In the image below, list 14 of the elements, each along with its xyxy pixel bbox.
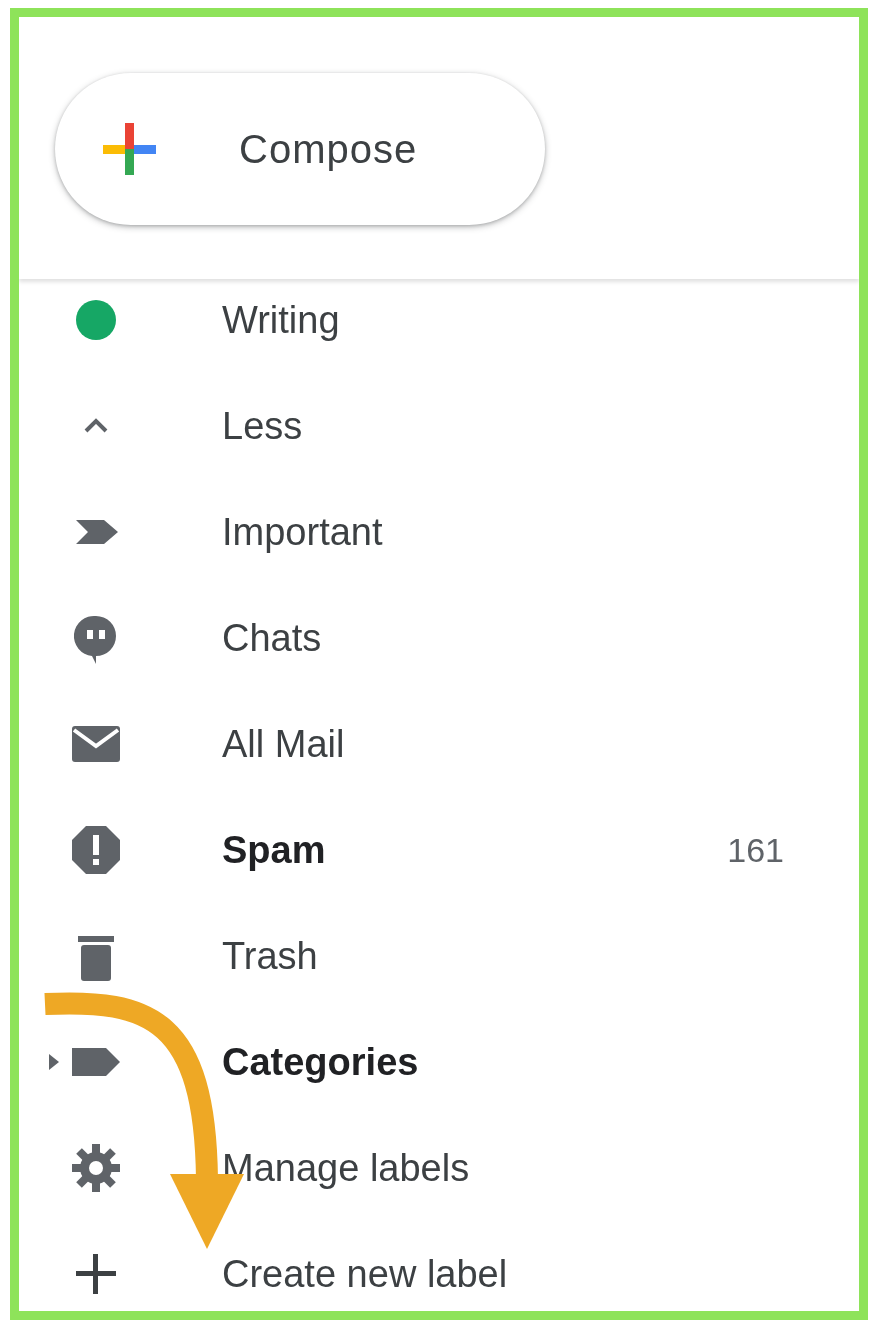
sidebar-item[interactable]: Chats: [222, 616, 322, 660]
sidebar-item[interactable]: Important: [222, 510, 383, 554]
sidebar-item[interactable]: Manage labels: [222, 1146, 470, 1190]
sidebar-item[interactable]: Less: [222, 404, 303, 448]
sidebar-item[interactable]: Spam: [222, 828, 326, 872]
compose-button[interactable]: Compose: [55, 73, 545, 225]
sidebar-item[interactable]: Trash: [222, 934, 318, 978]
unread-count: 161: [727, 830, 784, 870]
sidebar-item[interactable]: Categories: [222, 1040, 419, 1084]
sidebar-item[interactable]: All Mail: [222, 722, 345, 766]
collapsed-triangle-icon[interactable]: [47, 1052, 59, 1072]
sidebar-item[interactable]: Writing: [222, 298, 340, 342]
sidebar-item[interactable]: Create new label: [222, 1252, 508, 1296]
caret-icon: [83, 418, 109, 434]
